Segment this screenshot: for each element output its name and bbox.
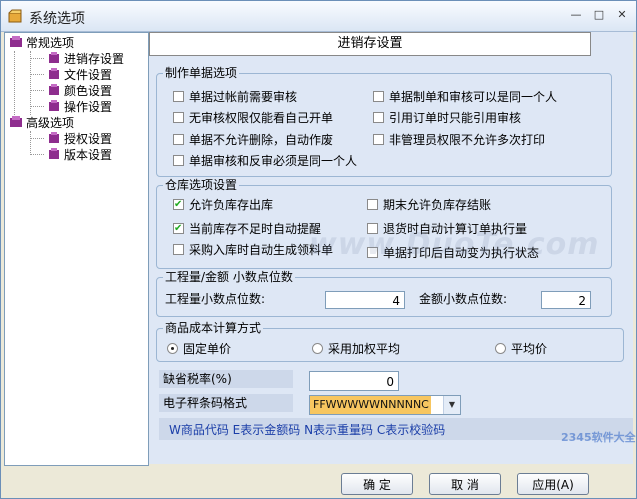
radio[interactable] bbox=[312, 343, 323, 354]
books-icon bbox=[10, 36, 22, 47]
tree-item-version[interactable]: 版本设置 bbox=[47, 147, 112, 163]
cost-option-0[interactable]: 固定单价 bbox=[167, 341, 231, 357]
option-label: 引用订单时只能引用审核 bbox=[389, 111, 522, 125]
tree-item-label: 授权设置 bbox=[64, 132, 113, 146]
checkbox[interactable] bbox=[173, 134, 184, 145]
option-label: 单据不允许删除，自动作废 bbox=[189, 133, 334, 147]
barcode-format-select[interactable]: FFWWWWWNNNNNC ▼ bbox=[309, 395, 461, 415]
checkbox[interactable] bbox=[173, 91, 184, 102]
tree-item-color[interactable]: 颜色设置 bbox=[47, 83, 112, 99]
tree-item-label: 进销存设置 bbox=[64, 52, 125, 66]
option-label: 单据制单和审核可以是同一个人 bbox=[389, 90, 558, 104]
option-label: 非管理员权限不允许多次打印 bbox=[389, 133, 546, 147]
tree-item-inventory[interactable]: 进销存设置 bbox=[47, 51, 125, 67]
doc-options-group: 制作单据选项 单据过帐前需要审核 单据制单和审核可以是同一个人 无审核权限仅能看… bbox=[156, 66, 612, 177]
doc-option-4[interactable]: 单据不允许删除，自动作废 bbox=[173, 132, 333, 148]
cancel-button[interactable]: 取 消 bbox=[429, 473, 501, 495]
book-icon bbox=[49, 148, 59, 159]
barcode-format-label: 电子秤条码格式 bbox=[163, 396, 248, 410]
amount-decimal-input[interactable]: 2 bbox=[541, 291, 591, 309]
cost-method-group: 商品成本计算方式 固定单价 采用加权平均 平均价 bbox=[156, 321, 624, 362]
panel-title: 进销存设置 bbox=[149, 32, 591, 56]
tree-item-label: 操作设置 bbox=[64, 100, 113, 114]
window-title: 系统选项 bbox=[29, 11, 85, 27]
title-bar: 系统选项 — □ ✕ bbox=[1, 1, 636, 32]
minimize-button[interactable]: — bbox=[566, 7, 586, 23]
warehouse-option-0[interactable]: 允许负库存出库 bbox=[173, 197, 273, 213]
option-label: 无审核权限仅能看自己开单 bbox=[189, 111, 334, 125]
option-label: 当前库存不足时自动提醒 bbox=[189, 222, 322, 236]
checkbox[interactable] bbox=[367, 199, 378, 210]
tree-item-license[interactable]: 授权设置 bbox=[47, 131, 112, 147]
apply-button[interactable]: 应用(A) bbox=[517, 473, 589, 495]
tree-item-file[interactable]: 文件设置 bbox=[47, 67, 112, 83]
warehouse-option-1[interactable]: 期末允许负库存结账 bbox=[367, 197, 491, 213]
checkbox[interactable] bbox=[373, 112, 384, 123]
option-label: 采用加权平均 bbox=[328, 342, 401, 356]
checkbox[interactable] bbox=[373, 134, 384, 145]
qty-decimal-label: 工程量小数点位数: bbox=[165, 292, 266, 306]
app-icon bbox=[8, 9, 22, 23]
cost-option-1[interactable]: 采用加权平均 bbox=[312, 341, 400, 357]
doc-option-1[interactable]: 单据制单和审核可以是同一个人 bbox=[373, 89, 557, 105]
tree-group-general[interactable]: 常规选项 bbox=[9, 35, 74, 51]
doc-option-3[interactable]: 引用订单时只能引用审核 bbox=[373, 110, 521, 126]
checkbox[interactable] bbox=[173, 244, 184, 255]
group-title: 仓库选项设置 bbox=[163, 178, 240, 192]
cost-option-2[interactable]: 平均价 bbox=[495, 341, 547, 357]
chevron-down-icon[interactable]: ▼ bbox=[443, 396, 460, 414]
options-window: 系统选项 — □ ✕ 常规选项 进销存设置 文件设置 颜色设置 操作设置 高级选… bbox=[0, 0, 637, 499]
tree-group-label: 常规选项 bbox=[26, 36, 75, 50]
barcode-format-value: FFWWWWWNNNNNC bbox=[310, 396, 431, 414]
radio[interactable] bbox=[167, 343, 178, 354]
group-title: 商品成本计算方式 bbox=[163, 321, 264, 335]
watermark-text: www.DuoTe.com bbox=[309, 227, 600, 262]
book-icon bbox=[49, 68, 59, 79]
option-label: 单据审核和反审必须是同一个人 bbox=[189, 154, 358, 168]
tree-group-label: 高级选项 bbox=[26, 116, 75, 130]
option-label: 期末允许负库存结账 bbox=[383, 198, 492, 212]
option-label: 单据过帐前需要审核 bbox=[189, 90, 298, 104]
option-label: 允许负库存出库 bbox=[189, 198, 274, 212]
book-icon bbox=[49, 100, 59, 111]
maximize-button[interactable]: □ bbox=[589, 7, 609, 23]
book-icon bbox=[49, 52, 59, 63]
settings-panel: 进销存设置 制作单据选项 单据过帐前需要审核 单据制单和审核可以是同一个人 无审… bbox=[149, 32, 633, 464]
amount-decimal-label: 金额小数点位数: bbox=[419, 292, 508, 306]
tree-group-advanced[interactable]: 高级选项 bbox=[9, 115, 74, 131]
tax-rate-label: 缺省税率(%) bbox=[163, 372, 232, 386]
doc-option-5[interactable]: 非管理员权限不允许多次打印 bbox=[373, 132, 545, 148]
decimal-group: 工程量/金额 小数点位数 工程量小数点位数: 4 金额小数点位数: 2 bbox=[156, 270, 612, 317]
option-label: 固定单价 bbox=[183, 342, 232, 356]
checkbox[interactable] bbox=[173, 112, 184, 123]
options-tree: 常规选项 进销存设置 文件设置 颜色设置 操作设置 高级选项 授权设置 版本设置 bbox=[4, 32, 149, 466]
tree-item-operation[interactable]: 操作设置 bbox=[47, 99, 112, 115]
book-icon bbox=[49, 132, 59, 143]
doc-option-6[interactable]: 单据审核和反审必须是同一个人 bbox=[173, 153, 357, 169]
radio[interactable] bbox=[495, 343, 506, 354]
tree-item-label: 版本设置 bbox=[64, 148, 113, 162]
barcode-hint: W商品代码 E表示金额码 N表示重量码 C表示校验码 bbox=[169, 423, 446, 437]
tree-item-label: 颜色设置 bbox=[64, 84, 113, 98]
ok-button[interactable]: 确 定 bbox=[341, 473, 413, 495]
checkbox[interactable] bbox=[173, 221, 184, 237]
warehouse-option-2[interactable]: 当前库存不足时自动提醒 bbox=[173, 221, 321, 237]
doc-option-2[interactable]: 无审核权限仅能看自己开单 bbox=[173, 110, 333, 126]
option-label: 平均价 bbox=[511, 342, 548, 356]
brand-watermark: 2345软件大全 bbox=[561, 431, 636, 444]
books-icon bbox=[10, 116, 22, 127]
checkbox[interactable] bbox=[173, 155, 184, 166]
group-title: 工程量/金额 小数点位数 bbox=[163, 270, 295, 284]
close-button[interactable]: ✕ bbox=[612, 7, 632, 23]
book-icon bbox=[49, 84, 59, 95]
qty-decimal-input[interactable]: 4 bbox=[325, 291, 405, 309]
checkbox[interactable] bbox=[173, 197, 184, 213]
checkbox[interactable] bbox=[373, 91, 384, 102]
group-title: 制作单据选项 bbox=[163, 66, 240, 80]
doc-option-0[interactable]: 单据过帐前需要审核 bbox=[173, 89, 297, 105]
tree-item-label: 文件设置 bbox=[64, 68, 113, 82]
tax-rate-input[interactable]: 0 bbox=[309, 371, 399, 391]
